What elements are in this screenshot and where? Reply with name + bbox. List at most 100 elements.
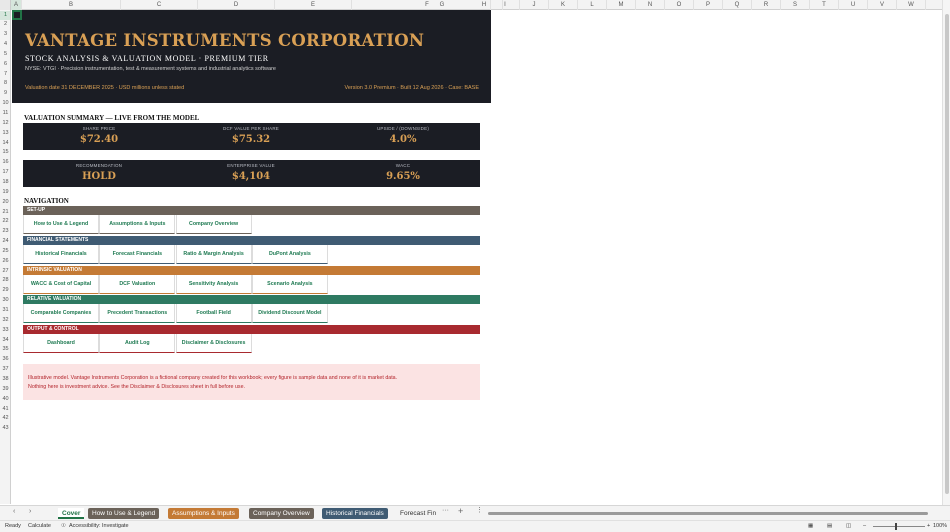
sheet-tab[interactable]: How to Use & Legend: [88, 508, 160, 519]
row-header-20[interactable]: 20: [0, 198, 10, 208]
accessibility-icon[interactable]: ☉: [61, 523, 66, 529]
nav-button[interactable]: Scenario Analysis: [251, 275, 328, 294]
row-header-25[interactable]: 25: [0, 247, 10, 257]
sheet-tab[interactable]: Company Overview: [249, 508, 314, 519]
row-header-9[interactable]: 9: [0, 89, 10, 99]
sheet-tab[interactable]: Forecast Fin: [396, 508, 440, 519]
select-all-corner[interactable]: [0, 0, 11, 10]
nav-button[interactable]: How to Use & Legend: [23, 215, 99, 234]
nav-button[interactable]: Dashboard: [23, 334, 99, 353]
column-header-m[interactable]: M: [607, 0, 636, 10]
column-header-l[interactable]: L: [578, 0, 607, 10]
row-header-33[interactable]: 33: [0, 326, 10, 336]
column-header-r[interactable]: R: [752, 0, 781, 10]
row-header-16[interactable]: 16: [0, 158, 10, 168]
row-header-27[interactable]: 27: [0, 267, 10, 277]
row-header-39[interactable]: 39: [0, 385, 10, 395]
row-header-32[interactable]: 32: [0, 316, 10, 326]
accessibility-status[interactable]: Accessibility: Investigate: [69, 523, 129, 529]
nav-button[interactable]: Historical Financials: [23, 245, 99, 264]
nav-button[interactable]: DuPont Analysis: [251, 245, 328, 264]
row-header-40[interactable]: 40: [0, 395, 10, 405]
row-header-21[interactable]: 21: [0, 208, 10, 218]
add-sheet-icon[interactable]: +: [458, 506, 463, 516]
vertical-scrollbar[interactable]: [942, 0, 950, 505]
zoom-slider[interactable]: [873, 526, 925, 527]
row-header-29[interactable]: 29: [0, 286, 10, 296]
zoom-slider-thumb[interactable]: [895, 523, 897, 530]
column-header-t[interactable]: T: [810, 0, 839, 10]
row-header-35[interactable]: 35: [0, 345, 10, 355]
sheet-tab[interactable]: Historical Financials: [322, 508, 388, 519]
tab-options-icon[interactable]: ⋮: [476, 506, 483, 514]
row-header-34[interactable]: 34: [0, 336, 10, 346]
zoom-in-icon[interactable]: +: [927, 523, 930, 529]
row-header-19[interactable]: 19: [0, 188, 10, 198]
nav-button[interactable]: Sensitivity Analysis: [175, 275, 252, 294]
nav-button[interactable]: Dividend Discount Model: [251, 304, 328, 323]
row-header-11[interactable]: 11: [0, 109, 10, 119]
row-header-5[interactable]: 5: [0, 50, 10, 60]
column-header-a[interactable]: A: [11, 0, 22, 10]
column-header-v[interactable]: V: [868, 0, 897, 10]
row-header-36[interactable]: 36: [0, 355, 10, 365]
row-header-4[interactable]: 4: [0, 40, 10, 50]
more-sheets-icon[interactable]: ···: [442, 507, 449, 514]
row-header-12[interactable]: 12: [0, 119, 10, 129]
page-break-icon[interactable]: ◫: [846, 523, 851, 529]
row-header-31[interactable]: 31: [0, 306, 10, 316]
row-header-22[interactable]: 22: [0, 217, 10, 227]
nav-button[interactable]: Football Field: [175, 304, 252, 323]
nav-button[interactable]: Assumptions & Inputs: [99, 215, 176, 234]
row-header-13[interactable]: 13: [0, 129, 10, 139]
calculate-button[interactable]: Calculate: [28, 523, 51, 529]
row-header-7[interactable]: 7: [0, 70, 10, 80]
row-header-37[interactable]: 37: [0, 365, 10, 375]
row-header-18[interactable]: 18: [0, 178, 10, 188]
horizontal-scrollbar[interactable]: [488, 512, 928, 515]
column-header-i[interactable]: I: [491, 0, 520, 10]
column-header-e[interactable]: E: [275, 0, 352, 10]
column-header-h[interactable]: H: [478, 0, 491, 10]
prev-sheet-icon[interactable]: ‹: [13, 508, 15, 515]
nav-button[interactable]: Company Overview: [175, 215, 252, 234]
row-header-17[interactable]: 17: [0, 168, 10, 178]
column-header-n[interactable]: N: [636, 0, 665, 10]
active-cell-a1[interactable]: [12, 10, 22, 20]
row-header-42[interactable]: 42: [0, 414, 10, 424]
zoom-out-icon[interactable]: –: [863, 523, 866, 529]
nav-button[interactable]: Disclaimer & Disclosures: [175, 334, 252, 353]
column-header-u[interactable]: U: [839, 0, 868, 10]
row-header-10[interactable]: 10: [0, 99, 10, 109]
sheet-tab[interactable]: Assumptions & Inputs: [168, 508, 239, 519]
nav-button[interactable]: WACC & Cost of Capital: [23, 275, 99, 294]
column-header-s[interactable]: S: [781, 0, 810, 10]
column-header-q[interactable]: Q: [723, 0, 752, 10]
sheet-tab[interactable]: Cover: [58, 508, 85, 519]
row-header-8[interactable]: 8: [0, 79, 10, 89]
column-header-b[interactable]: B: [22, 0, 121, 10]
nav-button[interactable]: Audit Log: [99, 334, 176, 353]
nav-button[interactable]: Precedent Transactions: [99, 304, 176, 323]
next-sheet-icon[interactable]: ›: [29, 508, 31, 515]
column-header-j[interactable]: J: [520, 0, 549, 10]
column-header-g[interactable]: G: [430, 0, 454, 10]
nav-button[interactable]: DCF Valuation: [99, 275, 176, 294]
row-header-41[interactable]: 41: [0, 405, 10, 415]
row-header-26[interactable]: 26: [0, 257, 10, 267]
column-header-w[interactable]: W: [897, 0, 926, 10]
row-header-14[interactable]: 14: [0, 139, 10, 149]
column-header-p[interactable]: P: [694, 0, 723, 10]
row-header-24[interactable]: 24: [0, 237, 10, 247]
column-header-c[interactable]: C: [121, 0, 198, 10]
row-header-43[interactable]: 43: [0, 424, 10, 434]
scroll-thumb[interactable]: [945, 14, 949, 494]
row-header-6[interactable]: 6: [0, 60, 10, 70]
nav-button[interactable]: Forecast Financials: [99, 245, 176, 264]
row-header-38[interactable]: 38: [0, 375, 10, 385]
page-layout-icon[interactable]: ▤: [827, 523, 832, 529]
row-header-3[interactable]: 3: [0, 30, 10, 40]
row-header-23[interactable]: 23: [0, 227, 10, 237]
row-header-30[interactable]: 30: [0, 296, 10, 306]
normal-view-icon[interactable]: ▦: [808, 523, 813, 529]
